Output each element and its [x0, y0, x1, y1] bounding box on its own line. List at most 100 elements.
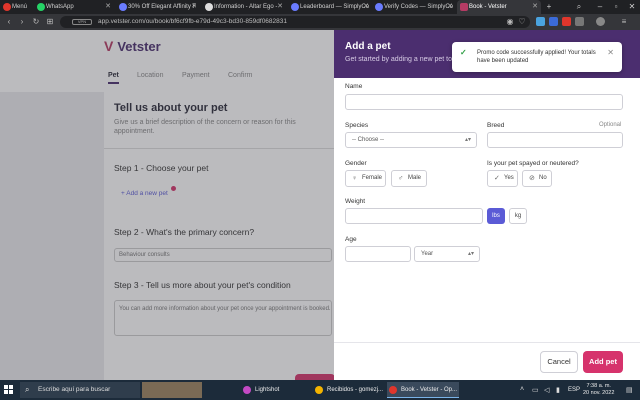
vetster-icon	[460, 3, 468, 11]
browser-menu-icon[interactable]: ≡	[618, 16, 630, 28]
network-icon[interactable]: ▭	[532, 386, 539, 394]
bookmark-heart-icon[interactable]: ♡	[516, 16, 528, 28]
tab-book-vetster[interactable]: Book - Vetster ✕	[457, 0, 541, 14]
tab-whatsapp[interactable]: WhatsApp ✕	[34, 0, 114, 14]
extension-icon[interactable]	[536, 17, 545, 26]
taskbar-app-chrome[interactable]: Recibidos - gomezj...	[313, 382, 385, 398]
spayed-no-label: No	[539, 175, 547, 181]
weight-unit-lbs-button[interactable]: lbs	[487, 208, 505, 224]
reload-icon[interactable]: ↻	[30, 16, 42, 28]
taskbar-clock[interactable]: 7:38 a. m. 20 nov. 2022	[583, 383, 614, 397]
success-toast: ✓ Promo code successfully applied! Your …	[452, 42, 622, 72]
vpn-badge[interactable]: VPN	[72, 19, 92, 25]
camera-icon[interactable]: ◉	[504, 16, 516, 28]
close-icon[interactable]: ✕	[363, 0, 369, 14]
globe-icon	[375, 3, 383, 11]
cancel-button[interactable]: Cancel	[540, 351, 578, 373]
tab-label: Book - Vetster	[469, 4, 507, 10]
spayed-yes-label: Yes	[504, 175, 514, 181]
taskbar-app-label: Book - Vetster - Op...	[401, 387, 458, 393]
opera-icon	[3, 3, 11, 11]
tab-label: 30% Off Elegant Affinity F	[128, 4, 197, 10]
taskbar-widget-image[interactable]	[142, 382, 202, 398]
windows-start-icon[interactable]	[4, 385, 13, 394]
spayed-yes-button[interactable]: ✓ Yes	[487, 170, 518, 187]
taskbar-app-label: Recibidos - gomezj...	[327, 387, 384, 393]
close-icon[interactable]: ✕	[607, 48, 614, 57]
toast-message: Promo code successfully applied! Your to…	[477, 50, 596, 64]
breed-field[interactable]	[487, 132, 623, 148]
add-pet-panel: Add a pet Get started by adding a new pe…	[334, 30, 640, 380]
volume-icon[interactable]: ◁	[544, 386, 549, 394]
spayed-label: Is your pet spayed or neutered?	[487, 160, 579, 167]
species-label: Species	[345, 122, 369, 129]
address-bar: ‹ › ↻ ⊞ VPN app.vetster.com/ou/book/bf6c…	[0, 14, 640, 30]
close-icon[interactable]: ✕	[532, 0, 538, 14]
taskbar-app-opera[interactable]: Book - Vetster - Op...	[387, 382, 459, 398]
tab-altar-ego[interactable]: Information - Altar Ego - ✕	[202, 0, 286, 14]
age-unit-value: Year	[421, 251, 434, 257]
breed-optional-label: Optional	[599, 122, 622, 128]
age-label: Age	[345, 236, 357, 243]
search-placeholder: Escribe aquí para buscar	[38, 386, 111, 393]
male-icon: ♂	[398, 175, 404, 182]
weight-field[interactable]	[345, 208, 483, 224]
female-icon: ♀	[352, 175, 358, 182]
chevron-up-icon[interactable]: ˄	[520, 386, 524, 393]
check-icon: ✓	[460, 48, 467, 57]
opera-menu-button[interactable]: Menú	[0, 0, 34, 14]
extensions-puzzle-icon[interactable]	[575, 17, 584, 26]
gender-male-label: Male	[408, 175, 422, 181]
panel-footer: Cancel Add pet	[334, 342, 640, 380]
age-field[interactable]	[345, 246, 411, 262]
tab-leaderboard[interactable]: Leaderboard — SimplyCo ✕	[288, 0, 372, 14]
add-pet-button[interactable]: Add pet	[583, 351, 623, 373]
age-unit-select[interactable]: Year ▴▾	[414, 246, 480, 262]
home-grid-icon[interactable]: ⊞	[44, 16, 56, 28]
tab-label: Information - Altar Ego -	[214, 4, 278, 10]
spayed-no-button[interactable]: ⊘ No	[522, 170, 552, 187]
tab-verify-codes[interactable]: Verify Codes — SimplyCo ✕	[372, 0, 456, 14]
taskbar-search-field[interactable]: ⌕ Escribe aquí para buscar	[20, 382, 140, 398]
notifications-icon[interactable]: ▤	[626, 386, 633, 394]
gender-male-button[interactable]: ♂ Male	[391, 170, 427, 187]
check-icon: ✓	[494, 175, 500, 182]
back-icon[interactable]: ‹	[3, 16, 15, 28]
close-icon[interactable]: ✕	[447, 0, 453, 14]
url-field[interactable]: VPN app.vetster.com/ou/book/bf6cf9fb-e79…	[60, 16, 530, 28]
panel-title: Add a pet	[345, 41, 391, 52]
close-icon[interactable]: ✕	[277, 0, 283, 14]
browser-tab-bar: Menú WhatsApp ✕ 30% Off Elegant Affinity…	[0, 0, 640, 14]
species-select[interactable]: -- Choose -- ▴▾	[345, 132, 477, 148]
tab-elegant-affinity[interactable]: 30% Off Elegant Affinity F ✕	[116, 0, 200, 14]
globe-icon	[205, 3, 213, 11]
extension-icon[interactable]	[549, 17, 558, 26]
breed-label: Breed	[487, 122, 505, 129]
clock-time: 7:38 a. m.	[586, 383, 611, 389]
maximize-icon[interactable]: ▫	[610, 0, 622, 14]
search-tabs-icon[interactable]: ⌕	[573, 0, 585, 14]
new-tab-button[interactable]: +	[543, 0, 555, 14]
chrome-icon	[315, 386, 323, 394]
taskbar-app-lightshot[interactable]: Lightshot	[241, 382, 309, 398]
weight-unit-kg-button[interactable]: kg	[509, 208, 527, 224]
battery-icon[interactable]: ▮	[556, 386, 560, 394]
forward-icon[interactable]: ›	[16, 16, 28, 28]
tab-label: Verify Codes — SimplyCo	[384, 4, 454, 10]
globe-icon	[119, 3, 127, 11]
tab-label: Menú	[12, 4, 28, 10]
gender-female-button[interactable]: ♀ Female	[345, 170, 386, 187]
tab-label: WhatsApp	[46, 4, 74, 10]
url-text: app.vetster.com/ou/book/bf6cf9fb-e79d-49…	[98, 18, 287, 25]
profile-avatar-icon[interactable]	[596, 17, 605, 26]
window-close-icon[interactable]: ✕	[626, 0, 638, 14]
name-field[interactable]	[345, 94, 623, 110]
language-indicator[interactable]: ESP	[568, 380, 580, 400]
close-icon[interactable]: ✕	[105, 0, 111, 14]
minimize-icon[interactable]: –	[594, 0, 606, 14]
search-icon: ⌕	[25, 385, 30, 394]
lightshot-icon	[243, 386, 251, 394]
close-icon[interactable]: ✕	[191, 0, 197, 14]
weight-label: Weight	[345, 198, 366, 205]
extension-icon[interactable]	[562, 17, 571, 26]
